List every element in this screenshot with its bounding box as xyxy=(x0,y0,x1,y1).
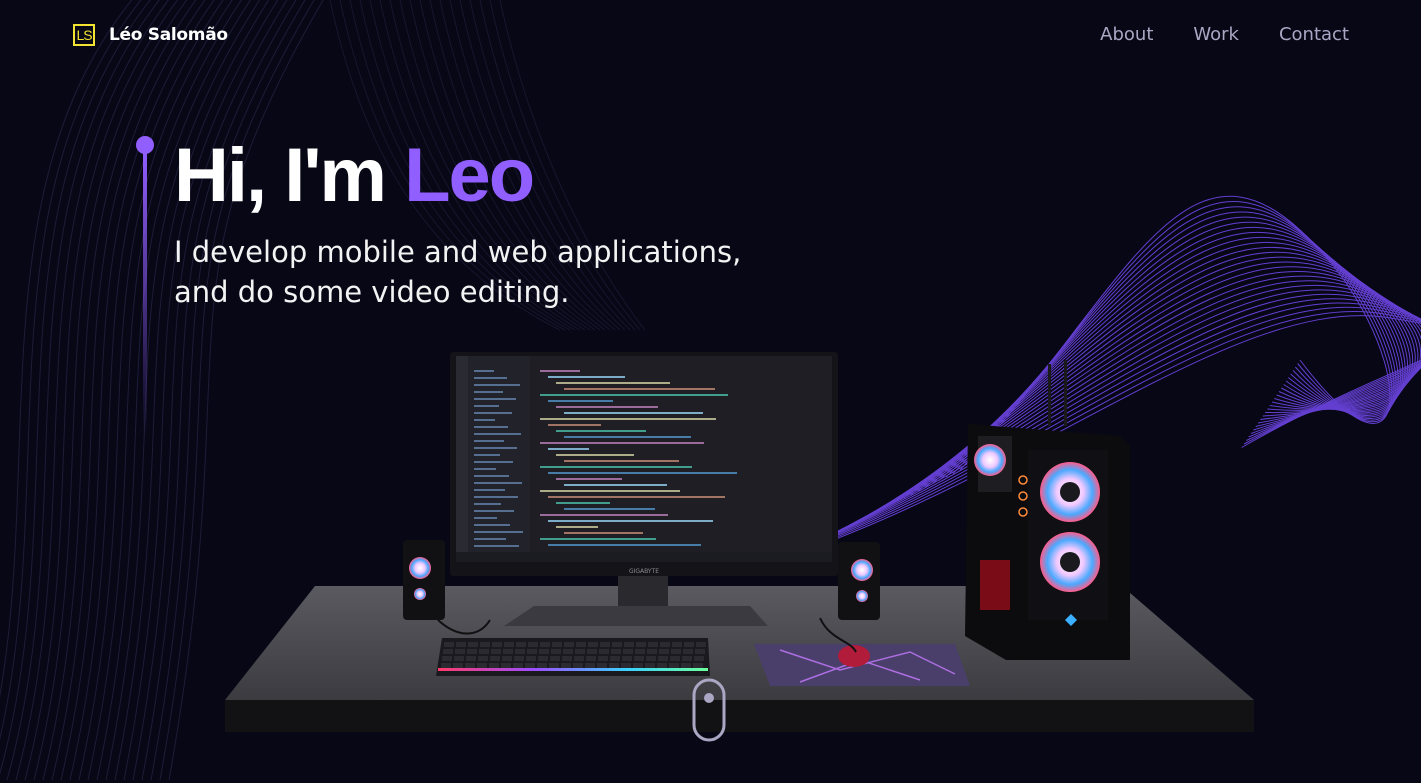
computer-desk-3d-scene[interactable]: GIGABYTE xyxy=(220,340,1260,740)
keyboard xyxy=(436,638,710,676)
nav-link-work[interactable]: Work xyxy=(1193,24,1239,45)
logo-icon: LS xyxy=(73,24,95,46)
left-speaker xyxy=(403,540,445,620)
hero-accent-line xyxy=(136,136,154,436)
home-logo-link[interactable]: LS Léo Salomão xyxy=(73,24,228,46)
hero-greeting: Hi, I'm xyxy=(174,133,405,218)
nav-link-about[interactable]: About xyxy=(1100,24,1153,45)
scroll-down-indicator[interactable] xyxy=(692,678,726,742)
hero-name: Leo xyxy=(404,133,535,218)
hero-subtitle-line2: and do some video editing. xyxy=(174,275,570,309)
hero-subtitle: I develop mobile and web applications, an… xyxy=(174,232,814,312)
right-speaker xyxy=(838,542,880,620)
hero-subtitle-line1: I develop mobile and web applications, xyxy=(174,235,742,269)
monitor: GIGABYTE xyxy=(450,352,838,626)
hero-accent-bar xyxy=(143,152,147,436)
nav-links: About Work Contact xyxy=(1100,24,1349,45)
scroll-dot-icon xyxy=(704,693,714,703)
nav-link-contact[interactable]: Contact xyxy=(1279,24,1349,45)
hero-heading: Hi, I'm Leo xyxy=(174,132,535,219)
pc-tower xyxy=(965,360,1130,660)
brand-name: Léo Salomão xyxy=(109,25,228,45)
navbar: LS Léo Salomão About Work Contact xyxy=(0,0,1421,72)
monitor-brand: GIGABYTE xyxy=(629,568,659,575)
mouse-outline-icon xyxy=(692,678,726,742)
